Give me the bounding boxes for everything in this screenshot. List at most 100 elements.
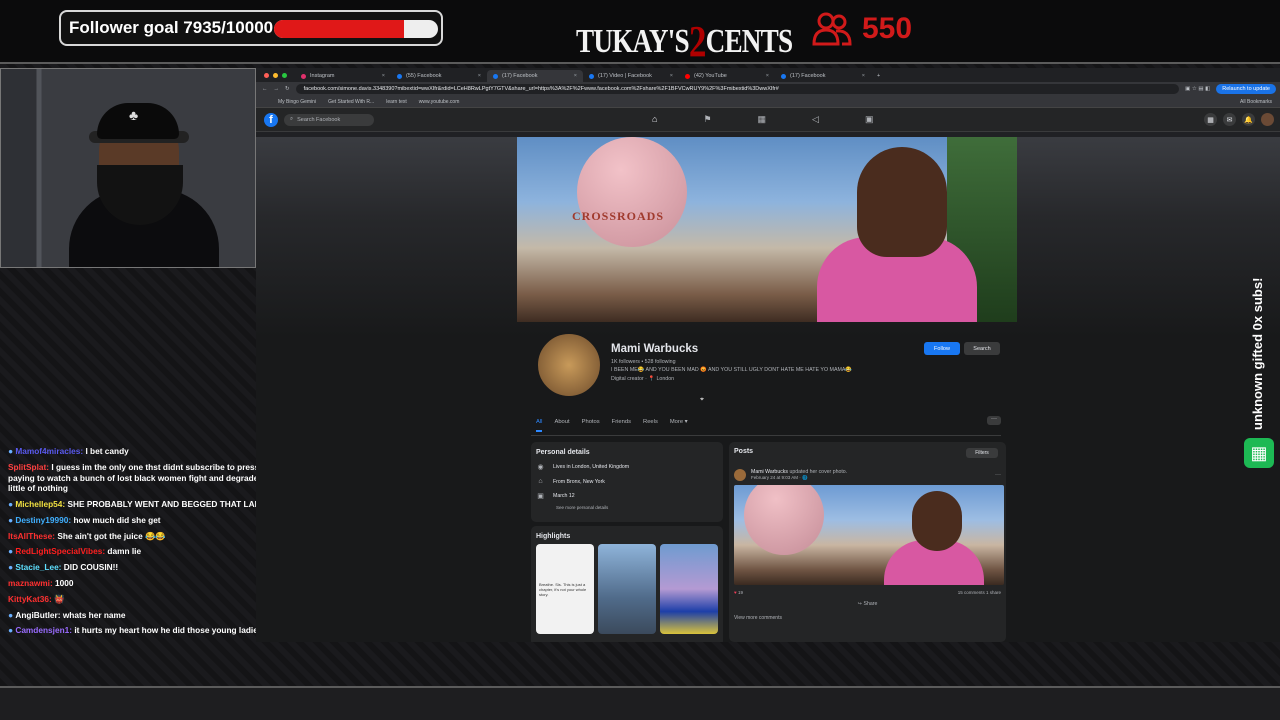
- home-icon[interactable]: ⌂: [652, 114, 657, 125]
- posts-card: Posts Filters Mami Warbucks updated her …: [729, 442, 1006, 642]
- browser-tab[interactable]: (17) Video | Facebook ×: [583, 70, 679, 82]
- tab-reels[interactable]: Reels: [643, 419, 658, 432]
- highlights-title: Highlights: [536, 533, 571, 540]
- forward-icon[interactable]: →: [274, 86, 280, 92]
- post-timestamp[interactable]: February 24 at 9:03 AM · 🌐: [751, 475, 847, 481]
- reload-icon[interactable]: ↻: [285, 86, 290, 92]
- chat-username[interactable]: RedLightSpecialVibes:: [15, 546, 105, 556]
- close-tab-icon[interactable]: ×: [670, 73, 673, 79]
- profile-cover-photo[interactable]: CROSSROADS: [517, 137, 1017, 322]
- follow-label: Follow: [934, 345, 950, 352]
- tab-more[interactable]: More ▾: [670, 419, 688, 432]
- extensions-icon[interactable]: ▣ ☆ ▤ ◧: [1185, 86, 1210, 92]
- chat-badge-icon: ●: [8, 609, 14, 620]
- profile-follow-stats[interactable]: 1K followers • 528 following: [611, 359, 676, 365]
- tab-title: (17) Facebook: [502, 73, 538, 79]
- maximize-window-icon[interactable]: [282, 73, 287, 78]
- gifted-subs-ticker: unknown gifted 0x subs!: [1250, 277, 1265, 430]
- close-tab-icon[interactable]: ×: [382, 73, 385, 79]
- tab-about[interactable]: About: [554, 419, 569, 432]
- chat-username[interactable]: Mamof4miracles:: [15, 446, 83, 456]
- follower-goal-progress-bar: [274, 20, 438, 38]
- tab-photos[interactable]: Photos: [582, 419, 600, 432]
- reaction-count[interactable]: ♥ 19: [734, 590, 743, 595]
- close-tab-icon[interactable]: ×: [574, 73, 577, 79]
- post-image-balloon: [744, 485, 824, 555]
- filters-button[interactable]: Filters: [966, 448, 998, 458]
- chat-username[interactable]: SplitSplat:: [8, 462, 49, 472]
- profile-search-button[interactable]: Search: [964, 342, 1000, 355]
- highlight-item[interactable]: [598, 544, 656, 634]
- stream-top-overlay: Follower goal 7935/10000 TUKAY'S2CENTS 5…: [0, 0, 1280, 66]
- view-more-comments-link[interactable]: View more comments: [734, 615, 1001, 621]
- bookmark-item[interactable]: My Bingo Gemini: [278, 99, 316, 105]
- url-text: facebook.com/simone.davis.3348390?mibext…: [303, 86, 779, 92]
- facebook-search-input[interactable]: ⌕ Search Facebook: [284, 113, 374, 126]
- browser-tab-active[interactable]: (17) Facebook ×: [487, 70, 583, 82]
- post-options-icon[interactable]: ···: [995, 472, 1001, 478]
- personal-details-card: Personal details ◉ Lives in London, Unite…: [531, 442, 723, 522]
- chat-username[interactable]: Michellep54:: [15, 499, 65, 509]
- bookmark-item[interactable]: learn text: [386, 99, 407, 105]
- close-tab-icon[interactable]: ×: [478, 73, 481, 79]
- close-window-icon[interactable]: [264, 73, 269, 78]
- see-more-details-link[interactable]: See more personal details: [556, 505, 718, 510]
- notifications-icon[interactable]: 🔔: [1242, 113, 1255, 126]
- minimize-window-icon[interactable]: [273, 73, 278, 78]
- messenger-icon[interactable]: ✉: [1223, 113, 1236, 126]
- tabs-divider: [531, 435, 1001, 436]
- share-button[interactable]: ↪ Share: [734, 601, 1001, 607]
- account-avatar[interactable]: [1261, 113, 1274, 126]
- relaunch-button[interactable]: Relaunch to update: [1216, 84, 1276, 94]
- chat-username[interactable]: KittyKat36:: [8, 594, 52, 604]
- search-placeholder: Search Facebook: [297, 116, 341, 123]
- browser-tab[interactable]: (17) Facebook ×: [775, 70, 871, 82]
- groups-icon[interactable]: ▣: [865, 114, 874, 125]
- menu-grid-icon[interactable]: ▦: [1204, 113, 1217, 126]
- chat-username[interactable]: Camdensjen1:: [15, 625, 72, 635]
- tab-all[interactable]: All: [536, 419, 543, 432]
- chat-username[interactable]: Stacie_Lee:: [15, 562, 61, 572]
- follow-button[interactable]: Follow: [924, 342, 960, 355]
- highlight-item[interactable]: Breathe. Sis. This is just a chapter, it…: [536, 544, 594, 634]
- post-stats: ♥ 19 15 comments 1 share: [734, 590, 1001, 595]
- chat-username[interactable]: Destiny19990:: [15, 515, 71, 525]
- profile-meta: Digital creator · 📍 London: [611, 376, 675, 382]
- profile-picture[interactable]: [536, 332, 602, 398]
- facebook-logo-icon[interactable]: f: [264, 112, 278, 127]
- browser-tab[interactable]: (42) YouTube ×: [679, 70, 775, 82]
- chat-badge-icon: ●: [8, 625, 14, 636]
- close-tab-icon[interactable]: ×: [766, 73, 769, 79]
- all-bookmarks-button[interactable]: All Bookmarks: [1240, 99, 1272, 105]
- profile-tabs: All About Photos Friends Reels More ▾: [536, 419, 688, 432]
- comment-share-counts[interactable]: 15 comments 1 share: [958, 590, 1001, 595]
- post-header: Mami Warbucks updated her cover photo. F…: [734, 469, 1001, 481]
- highlight-item[interactable]: [660, 544, 718, 634]
- follower-goal-progress-fill: [274, 20, 405, 38]
- chat-username[interactable]: ItsAllThese:: [8, 531, 55, 541]
- close-tab-icon[interactable]: ×: [862, 73, 865, 79]
- viewer-count: 550: [862, 12, 913, 45]
- pages-flag-icon[interactable]: ⚑: [703, 114, 711, 125]
- cap-logo: ♣: [129, 107, 139, 123]
- watch-icon[interactable]: ▦: [758, 114, 767, 125]
- back-icon[interactable]: ←: [262, 86, 268, 92]
- post-author-avatar[interactable]: [734, 469, 746, 481]
- browser-tab[interactable]: Instagram ×: [295, 70, 391, 82]
- profile-options-button[interactable]: ···: [987, 416, 1001, 425]
- marketplace-icon[interactable]: ◁: [812, 114, 819, 125]
- bookmark-item[interactable]: Get Started With R...: [328, 99, 374, 105]
- chat-badge-icon: ●: [8, 514, 14, 525]
- detail-text: Lives in London, United Kingdom: [553, 464, 630, 470]
- chat-username[interactable]: AngiButler:: [15, 610, 60, 620]
- tab-friends[interactable]: Friends: [612, 419, 631, 432]
- facebook-icon: [589, 73, 594, 79]
- post-image[interactable]: [734, 485, 1004, 585]
- bookmark-item[interactable]: www.youtube.com: [419, 99, 460, 105]
- chat-username[interactable]: maznawmi:: [8, 578, 53, 588]
- url-input[interactable]: facebook.com/simone.davis.3348390?mibext…: [295, 84, 1180, 94]
- browser-tab[interactable]: (55) Facebook ×: [391, 70, 487, 82]
- new-tab-icon[interactable]: +: [877, 73, 880, 79]
- profile-name: Mami Warbucks: [611, 343, 699, 355]
- location-icon: ◉: [537, 464, 544, 471]
